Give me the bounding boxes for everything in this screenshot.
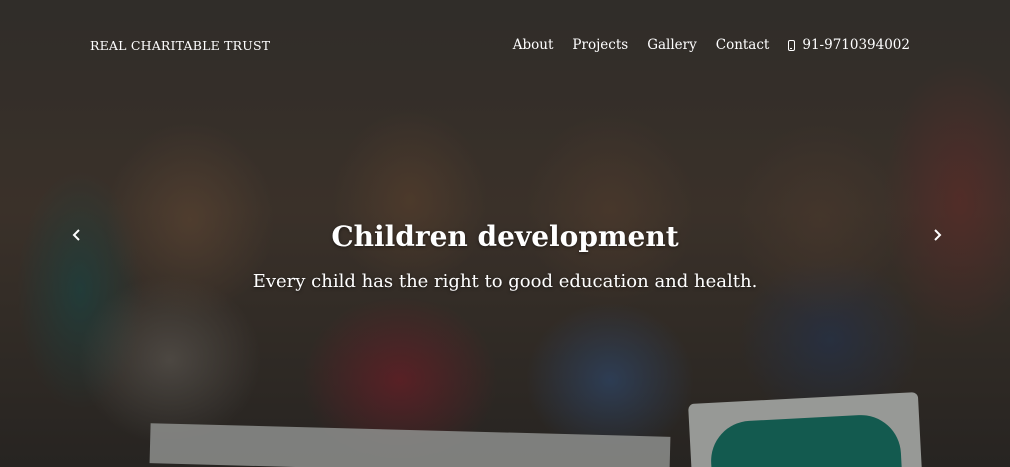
nav-link-about[interactable]: About	[513, 37, 554, 53]
nav-link-contact[interactable]: Contact	[716, 37, 770, 53]
caption-title: Children development	[331, 220, 679, 253]
carousel-caption: Children development Every child has the…	[0, 220, 1010, 292]
hero-carousel: REAL CHARITABLE TRUST About Projects Gal…	[0, 0, 1010, 467]
nav-link-gallery[interactable]: Gallery	[647, 37, 697, 53]
brand-logo-link[interactable]: REAL CHARITABLE TRUST	[90, 38, 270, 53]
phone-number: 91-9710394002	[802, 37, 910, 53]
nav-menu: About Projects Gallery Contact 91-971039…	[494, 37, 910, 53]
navbar: REAL CHARITABLE TRUST About Projects Gal…	[0, 0, 1010, 90]
phone-contact[interactable]: 91-9710394002	[788, 37, 910, 53]
mobile-phone-icon	[788, 39, 796, 51]
nav-link-projects[interactable]: Projects	[572, 37, 628, 53]
caption-subtitle: Every child has the right to good educat…	[252, 271, 758, 292]
